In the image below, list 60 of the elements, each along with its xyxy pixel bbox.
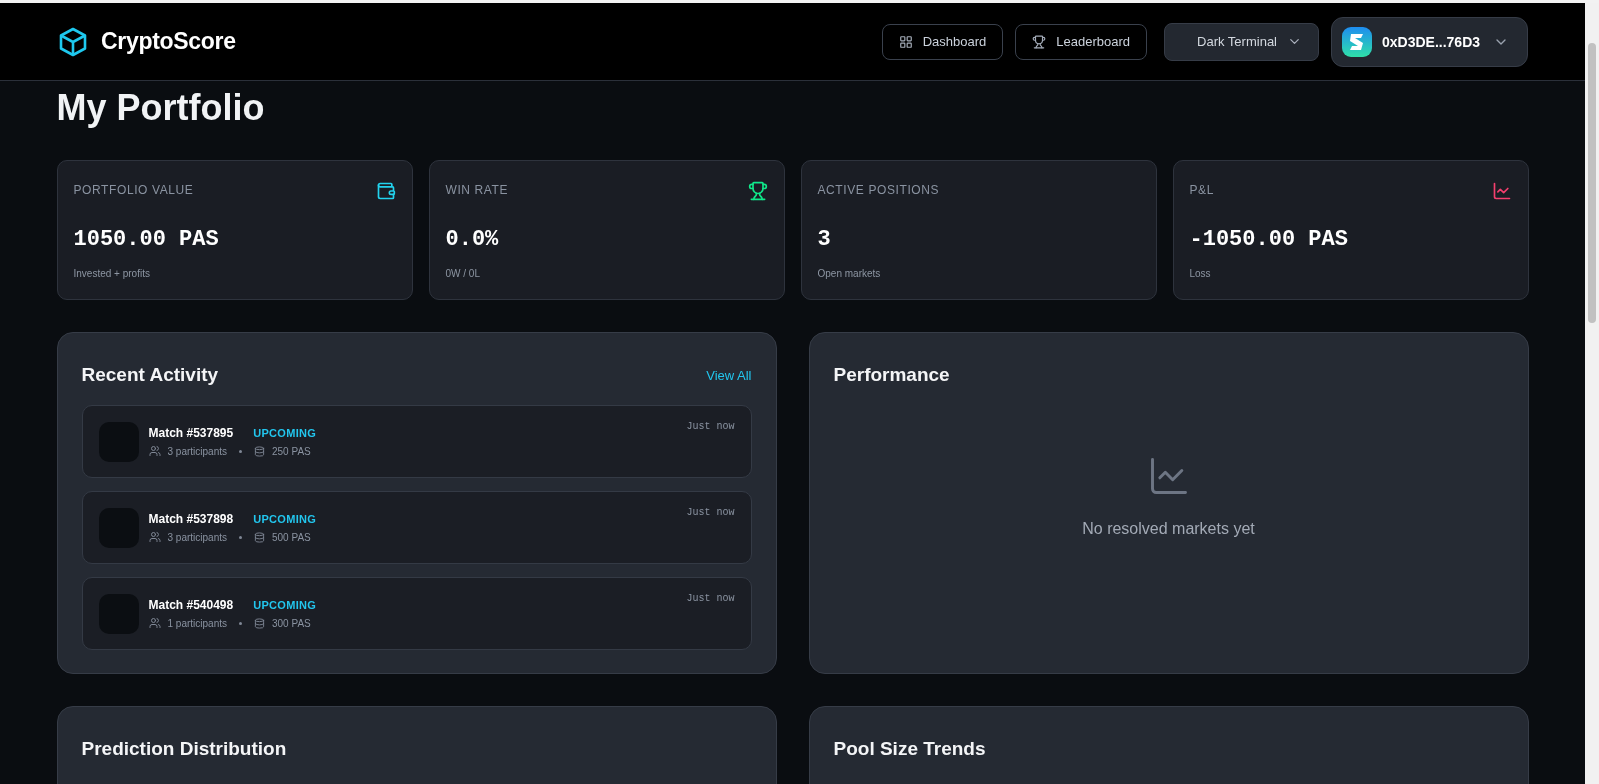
empty-message: No resolved markets yet <box>1082 520 1255 538</box>
stat-note: Open markets <box>817 268 882 279</box>
separator-dot <box>239 621 242 625</box>
scrollbar-thumb[interactable] <box>1588 43 1596 323</box>
status-label: UPCOMING <box>253 513 317 525</box>
participants-count: 3 participants <box>167 531 227 543</box>
view-all-link[interactable]: View All <box>706 367 752 383</box>
users-icon <box>148 531 161 543</box>
status-label: UPCOMING <box>253 599 317 611</box>
theme-select[interactable]: Dark Terminal <box>1164 22 1319 61</box>
participants-count: 3 participants <box>167 445 227 457</box>
stat-value: 0.0% <box>445 227 500 252</box>
status-label: UPCOMING <box>253 427 317 439</box>
users-icon <box>148 617 161 629</box>
panel-title: Performance <box>833 364 950 386</box>
separator-dot <box>239 449 242 453</box>
trophy-icon <box>747 181 768 201</box>
stat-label: P&L <box>1189 183 1214 197</box>
match-title: Match #537895 <box>148 426 234 440</box>
cube-logo-icon <box>57 25 89 58</box>
trophy-icon <box>1032 34 1047 49</box>
page-title: My Portfolio <box>56 87 266 129</box>
activity-time: Just now <box>686 507 735 518</box>
participants-count: 1 participants <box>167 617 227 629</box>
wallet-avatar-icon <box>1342 26 1372 57</box>
match-title: Match #540498 <box>148 598 234 612</box>
panel-title: Pool Size Trends <box>833 738 986 760</box>
separator-dot <box>239 535 242 539</box>
line-chart-icon <box>1491 181 1512 201</box>
stat-note: Invested + profits <box>73 268 151 279</box>
pool-amount: 500 PAS <box>272 531 311 543</box>
logo-text: CryptoScore <box>101 28 236 55</box>
nav-button[interactable]: Dashboard <box>881 23 1004 60</box>
stat-note: 0W / 0L <box>445 268 481 279</box>
panel-title: Recent Activity <box>81 364 219 386</box>
wallet-icon <box>375 181 396 201</box>
match-title: Match #537898 <box>148 512 234 526</box>
database-icon <box>254 445 265 457</box>
panel-title: Prediction Distribution <box>81 738 287 760</box>
activity-item[interactable]: Match #540498 UPCOMING 1 participants 300 PAS Just now <box>81 577 752 650</box>
stat-label: WIN RATE <box>445 183 509 197</box>
stat-value: 3 <box>817 227 832 252</box>
wallet-button[interactable]: 0xD3DE...76D3 <box>1331 16 1528 67</box>
stat-label: ACTIVE POSITIONS <box>817 183 940 197</box>
stat-label: PORTFOLIO VALUE <box>73 183 194 197</box>
database-icon <box>254 531 265 543</box>
activity-item[interactable]: Match #537898 UPCOMING 3 participants 500 PAS Just now <box>81 491 752 564</box>
users-icon <box>148 445 161 457</box>
grid-icon <box>898 34 913 49</box>
pool-amount: 300 PAS <box>272 617 311 629</box>
pool-amount: 250 PAS <box>272 445 311 457</box>
nav-button[interactable]: Leaderboard <box>1015 23 1147 60</box>
stat-note: Loss <box>1189 268 1212 279</box>
activity-time: Just now <box>686 593 735 604</box>
activity-item[interactable]: Match #537895 UPCOMING 3 participants 250 PAS Just now <box>81 405 752 478</box>
stat-value: -1050.00 PAS <box>1189 227 1349 252</box>
activity-time: Just now <box>686 421 735 432</box>
database-icon <box>254 617 265 629</box>
scrollbar[interactable] <box>1585 3 1599 784</box>
stat-value: 1050.00 PAS <box>73 227 220 252</box>
